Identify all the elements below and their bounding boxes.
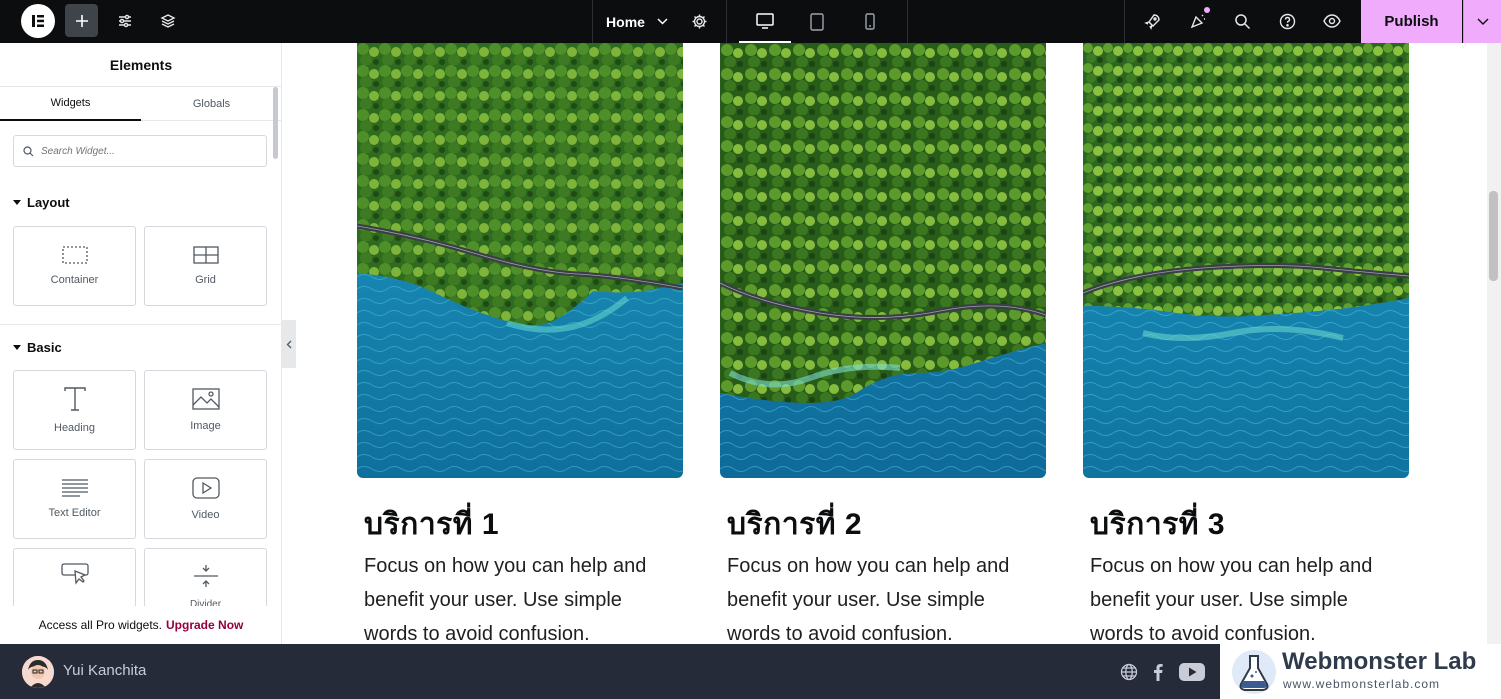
card-title: บริการที่ 3 (1090, 508, 1226, 541)
search-input[interactable] (41, 145, 241, 157)
text-editor-icon (61, 479, 88, 497)
publish-options-button[interactable] (1463, 0, 1501, 43)
category-title: Layout (27, 195, 70, 210)
widget-heading[interactable]: Heading (13, 370, 136, 450)
card-title: บริการที่ 1 (364, 508, 500, 541)
caret-down-icon (13, 199, 21, 205)
page-settings-gear-icon[interactable] (682, 4, 716, 38)
tab-widgets[interactable]: Widgets (0, 87, 141, 121)
add-element-button[interactable] (65, 4, 98, 37)
card-description: Focus on how you can help and benefit yo… (727, 555, 1010, 644)
video-play-icon (191, 477, 220, 499)
elements-panel: Elements Widgets Globals Layout Containe… (0, 43, 282, 644)
aerial-forest-coast-image[interactable] (720, 43, 1046, 478)
panel-title: Elements (0, 43, 281, 87)
widget-grid[interactable]: Grid (144, 226, 267, 306)
chevron-left-icon (286, 340, 292, 348)
upgrade-now-link[interactable]: Upgrade Now (166, 618, 243, 632)
widget-image[interactable]: Image (144, 370, 267, 450)
card-title: บริการที่ 2 (727, 508, 863, 541)
editor-topbar: Home Publish (0, 0, 1501, 43)
button-cursor-icon (60, 563, 89, 585)
publish-button[interactable]: Publish (1361, 0, 1462, 43)
brand-url: www.webmonsterlab.com (1283, 677, 1441, 691)
category-divider (0, 324, 281, 325)
widget-container[interactable]: Container (13, 226, 136, 306)
collapse-panel-button[interactable] (282, 320, 296, 368)
panel-tabs: Widgets Globals (0, 87, 281, 121)
service-card: บริการที่ 3 Focus on how you can help an… (1083, 43, 1409, 644)
user-name: Yui Kanchita (63, 662, 147, 679)
widget-label: Video (191, 509, 220, 521)
image-icon (191, 388, 220, 410)
pro-promo-bar: Access all Pro widgets. Upgrade Now (0, 606, 281, 644)
notification-dot (1204, 7, 1210, 13)
category-layout-toggle[interactable]: Layout (13, 195, 70, 210)
avatar (22, 656, 54, 688)
card-description: Focus on how you can help and benefit yo… (1090, 555, 1373, 644)
tab-globals[interactable]: Globals (141, 87, 281, 121)
flask-logo-icon (1232, 650, 1276, 694)
search-icon (23, 145, 34, 156)
caret-down-icon (13, 344, 21, 350)
brand-watermark: Webmonster Lab www.webmonsterlab.com (1220, 644, 1501, 699)
page-canvas: บริการที่ 1 Focus on how you can help an… (296, 43, 1487, 644)
rocket-icon[interactable] (1135, 4, 1169, 38)
desktop-view-tab[interactable] (739, 0, 791, 43)
chevron-down-icon (657, 18, 668, 25)
globe-icon[interactable] (1117, 660, 1141, 684)
page-selector[interactable]: Home (593, 0, 681, 43)
topbar-divider (907, 0, 908, 43)
divider-icon (193, 565, 218, 587)
preview-eye-icon[interactable] (1315, 4, 1349, 38)
container-icon (61, 246, 88, 264)
chevron-down-icon (1477, 18, 1488, 25)
topbar-divider (726, 0, 727, 43)
youtube-icon[interactable] (1177, 660, 1207, 684)
widget-label: Text Editor (48, 507, 101, 519)
facebook-icon[interactable] (1146, 660, 1170, 684)
site-settings-icon[interactable] (108, 4, 142, 38)
topbar-divider (1124, 0, 1125, 43)
search-icon[interactable] (1225, 4, 1259, 38)
structure-layers-icon[interactable] (151, 4, 185, 38)
card-description: Focus on how you can help and benefit yo… (364, 555, 647, 644)
category-title: Basic (27, 340, 62, 355)
tablet-view-tab[interactable] (791, 0, 843, 43)
promo-text: Access all Pro widgets. (38, 618, 163, 632)
elementor-logo-icon[interactable] (21, 4, 55, 38)
desktop-icon (756, 12, 774, 29)
aerial-forest-coast-image[interactable] (1083, 43, 1409, 478)
panel-scrollbar[interactable] (273, 87, 278, 159)
page-name: Home (606, 13, 645, 30)
category-basic-toggle[interactable]: Basic (13, 340, 62, 355)
service-card: บริการที่ 1 Focus on how you can help an… (357, 43, 683, 644)
heading-icon (63, 387, 86, 411)
aerial-forest-coast-image[interactable] (357, 43, 683, 478)
service-card: บริการที่ 2 Focus on how you can help an… (720, 43, 1046, 644)
tablet-icon (810, 12, 824, 31)
mobile-view-tab[interactable] (844, 0, 896, 43)
widget-video[interactable]: Video (144, 459, 267, 539)
video-footer-bar: Yui Kanchita Webmonster Lab www.webmonst… (0, 644, 1501, 699)
canvas-scrollbar[interactable] (1487, 43, 1501, 644)
widget-search-field[interactable] (13, 135, 267, 167)
widget-label: Heading (54, 422, 95, 434)
scrollbar-thumb[interactable] (1489, 191, 1498, 281)
brand-name: Webmonster Lab (1282, 648, 1477, 675)
widget-text-editor[interactable]: Text Editor (13, 459, 136, 539)
widget-label: Grid (195, 274, 216, 286)
grid-icon (192, 246, 219, 264)
widget-label: Container (50, 274, 99, 286)
widget-label: Image (190, 420, 221, 432)
help-icon[interactable] (1270, 4, 1304, 38)
mobile-icon (865, 13, 875, 30)
